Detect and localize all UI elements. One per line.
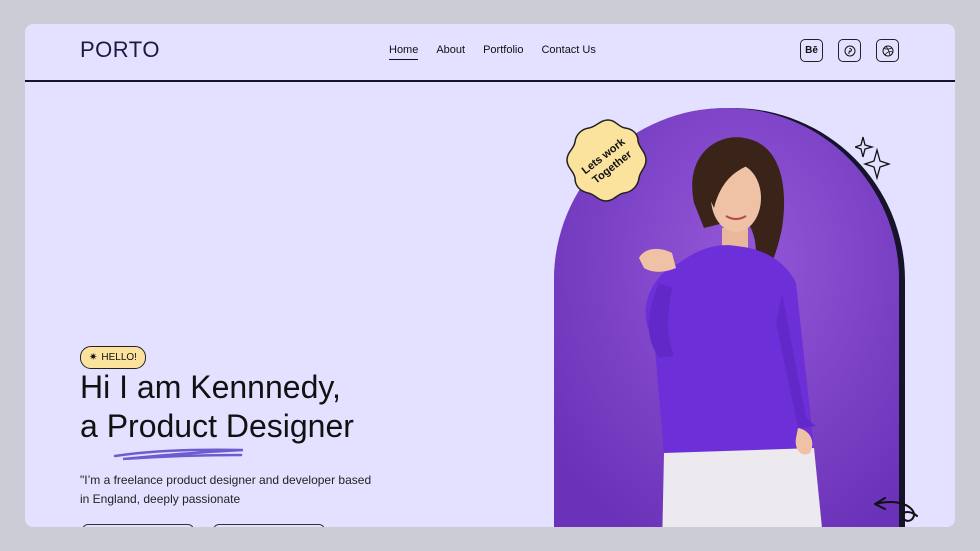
nav-link-portfolio[interactable]: Portfolio xyxy=(483,44,523,60)
behance-glyph: Bē xyxy=(805,45,818,56)
hero-description: "I’m a freelance product designer and de… xyxy=(80,473,372,506)
hero-heading-suffix: Designer xyxy=(216,408,354,444)
sparkle-icon: ✷ xyxy=(89,352,98,363)
secondary-cta-button[interactable] xyxy=(213,524,325,527)
hero-heading-emphasis: Product xyxy=(106,408,217,444)
primary-cta-button[interactable] xyxy=(82,524,194,527)
curly-arrow-icon xyxy=(874,497,918,522)
behance-icon[interactable]: Bē xyxy=(800,39,823,62)
pinterest-glyph xyxy=(844,45,855,56)
hero-heading-prefix: a xyxy=(80,408,107,444)
dribbble-glyph xyxy=(882,45,893,56)
top-navigation: PORTO Home About Portfolio Contact Us Bē xyxy=(25,24,955,82)
page-frame: PORTO Home About Portfolio Contact Us Bē… xyxy=(25,24,955,527)
lets-work-together-sticker[interactable]: Lets work Together xyxy=(562,116,654,208)
hero-heading-line2: a Product Designer xyxy=(80,407,354,446)
main-menu: Home About Portfolio Contact Us xyxy=(389,44,596,60)
hello-badge-label: HELLO! xyxy=(101,352,137,363)
pinterest-icon[interactable] xyxy=(838,39,861,62)
site-logo[interactable]: PORTO xyxy=(80,37,160,63)
nav-link-contact[interactable]: Contact Us xyxy=(541,44,595,60)
nav-link-about[interactable]: About xyxy=(436,44,465,60)
dribbble-icon[interactable] xyxy=(876,39,899,62)
sparkle-stars-icon xyxy=(855,136,891,180)
hero-heading-line1: Hi I am Kennnedy, xyxy=(80,369,341,405)
underline-scribble xyxy=(113,448,244,461)
nav-link-home[interactable]: Home xyxy=(389,44,419,60)
hero-heading: Hi I am Kennnedy, a Product Designer xyxy=(80,368,354,446)
hello-badge: ✷ HELLO! xyxy=(80,346,146,369)
